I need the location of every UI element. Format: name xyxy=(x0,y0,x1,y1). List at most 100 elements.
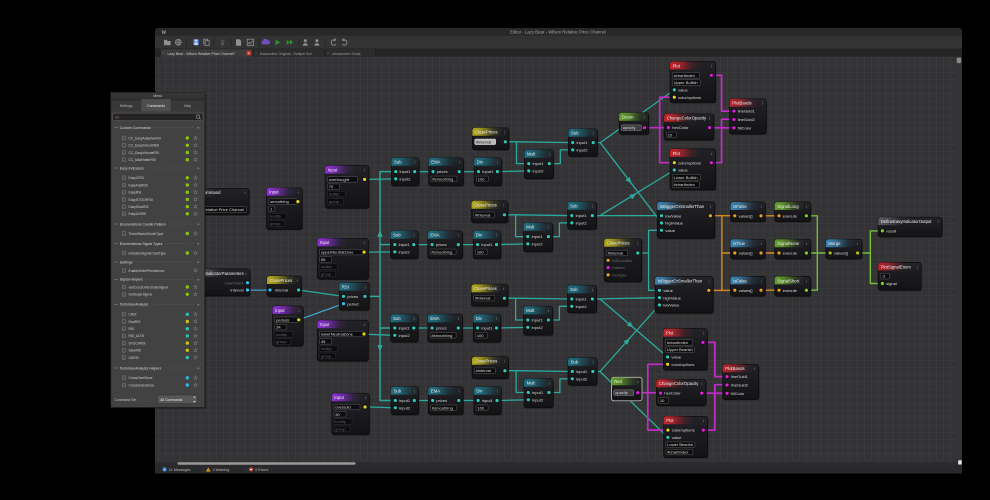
svg-text:i: i xyxy=(123,158,124,162)
svg-text:Sub: Sub xyxy=(570,204,578,209)
svg-text:Plot: Plot xyxy=(673,151,681,156)
svg-text:‹›: ‹› xyxy=(255,52,257,56)
svg-text:»: » xyxy=(197,126,199,130)
svg-text:#chartIndex: #chartIndex xyxy=(667,450,688,455)
svg-text:i: i xyxy=(123,356,124,360)
svg-text:ClosePrices: ClosePrices xyxy=(270,278,293,283)
svg-text:CC_EasySmoothRSI: CC_EasySmoothRSI xyxy=(129,144,160,148)
svg-text:EasyFastRSI: EasyFastRSI xyxy=(129,183,148,187)
svg-text:lineGuid1: lineGuid1 xyxy=(738,109,756,114)
svg-text:input1: input1 xyxy=(399,326,411,331)
svg-text:Menu: Menu xyxy=(153,94,162,98)
svg-text:value: value xyxy=(665,228,675,233)
svg-text:opacity: opacity xyxy=(615,390,629,395)
svg-text:hexColor: hexColor xyxy=(664,391,681,396)
svg-text:Help: Help xyxy=(184,104,191,108)
svg-text:input2: input2 xyxy=(576,304,588,309)
svg-text:i: i xyxy=(123,205,124,209)
svg-text:opacity: opacity xyxy=(623,125,637,130)
svg-text:45: 45 xyxy=(321,339,326,344)
svg-text:input1: input1 xyxy=(481,326,493,331)
svg-text:execute: execute xyxy=(783,288,798,293)
svg-text:prices: prices xyxy=(347,294,358,299)
svg-text:100: 100 xyxy=(477,333,485,338)
svg-text:interval: interval xyxy=(230,288,243,293)
svg-text:Editor - Lazy Bear - Wilson Re: Editor - Lazy Bear - Wilson Relative Pri… xyxy=(510,30,606,35)
svg-text:Command Set: Command Set xyxy=(115,398,137,402)
svg-text:i: i xyxy=(123,313,124,317)
svg-text:34: 34 xyxy=(276,325,281,330)
svg-text:Merge: Merge xyxy=(828,241,841,246)
svg-text:i: i xyxy=(123,376,124,380)
svg-text:55: 55 xyxy=(321,257,326,262)
svg-text:Settings: Settings xyxy=(120,260,133,264)
svg-text:group: group xyxy=(276,339,287,344)
svg-text:STOCHRSI: STOCHRSI xyxy=(129,342,146,346)
svg-text:signal: signal xyxy=(886,281,897,286)
svg-text:‹›: ‹› xyxy=(327,52,329,56)
svg-text:Green: Green xyxy=(622,115,634,120)
svg-text:Haasonline Original - Scalper: Haasonline Original - Scalper Bot xyxy=(260,52,312,56)
svg-text:tooltip: tooltip xyxy=(321,264,333,269)
svg-text:Div: Div xyxy=(476,233,483,238)
svg-text:4 Warning: 4 Warning xyxy=(213,468,230,472)
svg-text:Input: Input xyxy=(328,168,338,173)
svg-text:i: i xyxy=(123,198,124,202)
svg-text:i: i xyxy=(123,269,124,273)
svg-text:Div: Div xyxy=(477,160,484,165)
svg-text:hexColor: hexColor xyxy=(672,125,689,130)
svg-text:UDRSI: UDRSI xyxy=(129,356,139,360)
svg-text:#smoothing: #smoothing xyxy=(432,405,453,410)
svg-text:#smoothing: #smoothing xyxy=(431,249,452,254)
svg-text:100: 100 xyxy=(477,405,485,410)
svg-text:Commands: Commands xyxy=(147,104,165,108)
svg-text:lineGuid2: lineGuid2 xyxy=(731,383,749,388)
svg-text:10: 10 xyxy=(660,398,665,403)
svg-text:fillColor: fillColor xyxy=(738,126,752,131)
svg-text:IndicatorSignalCrossType: IndicatorSignalCrossType xyxy=(129,251,167,255)
svg-text:W: W xyxy=(162,31,167,36)
svg-text:values[]: values[] xyxy=(739,251,753,256)
svg-text:value: value xyxy=(678,168,688,173)
svg-text:ChangeColorOpacity: ChangeColorOpacity xyxy=(659,381,699,386)
svg-text:#interval: #interval xyxy=(476,368,491,373)
svg-text:rsi: rsi xyxy=(115,115,119,119)
svg-text:i: i xyxy=(123,190,124,194)
svg-text:input2: input2 xyxy=(532,242,544,247)
svg-text:hlcStyle: hlcStyle xyxy=(612,273,627,278)
svg-text:21 Messages: 21 Messages xyxy=(169,468,191,472)
svg-text:value: value xyxy=(671,355,681,360)
svg-text:ChangeColorOpacity: ChangeColorOpacity xyxy=(667,116,707,121)
svg-text:#interval: #interval xyxy=(475,296,490,301)
svg-text:lowValue: lowValue xyxy=(665,213,682,218)
svg-text:ClosePrices: ClosePrices xyxy=(607,241,630,246)
svg-text:input1: input1 xyxy=(532,234,544,239)
svg-text:Settings: Settings xyxy=(120,104,133,108)
svg-text:Lower Bearish: Lower Bearish xyxy=(667,442,693,447)
svg-text:Mult: Mult xyxy=(527,152,536,157)
svg-text:Sub: Sub xyxy=(571,131,579,136)
svg-text:i: i xyxy=(123,183,124,187)
svg-text:Enumerations Signal Types: Enumerations Signal Types xyxy=(120,242,163,246)
svg-text:execute: execute xyxy=(783,251,798,256)
svg-text:group: group xyxy=(329,199,340,204)
svg-text:tooltip: tooltip xyxy=(335,419,347,424)
svg-text:overbought: overbought xyxy=(329,177,350,182)
svg-text:input2: input2 xyxy=(532,397,544,402)
svg-text:color/options: color/options xyxy=(678,160,701,165)
svg-text:EasyCRSI: EasyCRSI xyxy=(129,176,144,180)
svg-text:periods: periods xyxy=(276,317,289,322)
svg-text:highValue: highValue xyxy=(663,295,681,300)
svg-text:0 Errors: 0 Errors xyxy=(255,468,268,472)
svg-text:color/options: color/options xyxy=(678,95,701,100)
svg-text:Input: Input xyxy=(334,395,344,400)
svg-text:Input: Input xyxy=(320,240,330,245)
svg-text:CrossUnderSince: CrossUnderSince xyxy=(129,383,155,387)
svg-text:i: i xyxy=(123,212,124,216)
svg-text:FastRSI: FastRSI xyxy=(129,320,141,324)
svg-text:value: value xyxy=(663,288,673,293)
svg-text:i: i xyxy=(123,176,124,180)
svg-text:Sub: Sub xyxy=(570,287,578,292)
svg-text:prices: prices xyxy=(437,169,448,174)
svg-text:input2: input2 xyxy=(577,148,589,153)
